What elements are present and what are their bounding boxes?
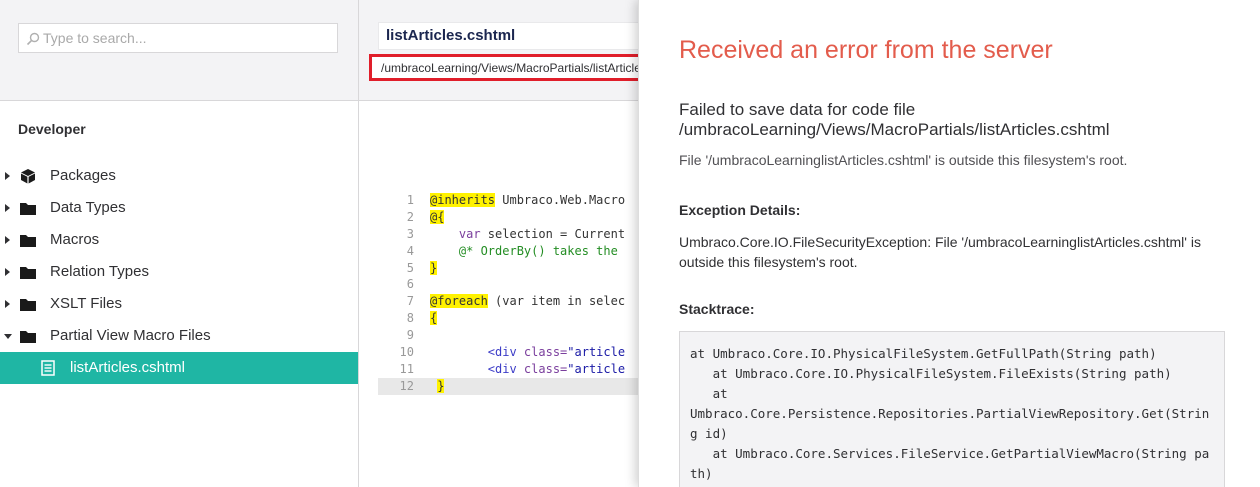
code-editor[interactable]: 1 @inherits Umbraco.Web.Macro 2 @{ 3 var s… [378, 192, 639, 395]
code-token: (var item in selec [487, 294, 626, 309]
tree-item-packages[interactable]: Packages [0, 160, 358, 192]
line-number: 4 [406, 243, 414, 258]
package-icon [21, 169, 35, 184]
code-line: 3 var selection = Current [378, 226, 639, 243]
tree-item-label: listArticles.cshtml [70, 359, 186, 376]
code-line: 2 @{ [378, 209, 639, 226]
line-number: 12 [399, 378, 414, 393]
section-title: Developer [18, 121, 86, 137]
code-token: } [437, 378, 445, 393]
code-token: { [430, 311, 438, 326]
tree-item-label: Partial View Macro Files [50, 327, 211, 344]
line-number: 2 [406, 209, 414, 224]
line-number: 1 [406, 193, 414, 207]
caret-right-icon[interactable] [5, 172, 10, 180]
tree-item-label: XSLT Files [50, 295, 122, 312]
stacktrace-box: at Umbraco.Core.IO.PhysicalFileSystem.Ge… [679, 331, 1225, 487]
tree-item-list-articles[interactable]: listArticles.cshtml [0, 352, 358, 384]
code-line-active: 12 } [378, 377, 639, 395]
code-token: @* OrderBy() takes the [430, 243, 618, 258]
error-message: Failed to save data for code file /umbra… [679, 100, 1110, 139]
code-token: <div [430, 361, 517, 376]
tree-item-label: Data Types [50, 199, 126, 216]
line-number: 6 [406, 277, 414, 292]
code-token: selection = Current [480, 226, 626, 241]
code-token: @{ [430, 209, 445, 224]
error-title: Received an error from the server [679, 36, 1053, 64]
line-number: 9 [406, 328, 414, 343]
document-icon [41, 360, 55, 376]
line-number: 5 [406, 260, 414, 275]
folder-icon [20, 331, 36, 343]
caret-right-icon[interactable] [5, 300, 10, 308]
file-name-field[interactable]: listArticles.cshtml [378, 22, 648, 50]
search-icon [26, 32, 40, 46]
code-line: 11 <div class="article [378, 361, 639, 378]
caret-right-icon[interactable] [5, 236, 10, 244]
code-token: } [430, 260, 438, 275]
code-line: 1 @inherits Umbraco.Web.Macro [378, 192, 639, 209]
code-token: @inherits [430, 193, 496, 207]
stacktrace-title: Stacktrace: [679, 301, 755, 317]
code-line: 6 [378, 276, 639, 293]
folder-icon [20, 299, 36, 311]
tree-item-data-types[interactable]: Data Types [0, 192, 358, 224]
code-token: "article [567, 345, 626, 360]
file-path-highlight: /umbracoLearning/Views/MacroPartials/lis… [369, 54, 649, 81]
code-token: var [430, 226, 481, 241]
tree-item-xslt-files[interactable]: XSLT Files [0, 288, 358, 320]
line-number: 8 [406, 311, 414, 326]
caret-right-icon[interactable] [5, 268, 10, 276]
caret-down-icon[interactable] [4, 334, 12, 339]
code-line: 7 @foreach (var item in selec [378, 293, 639, 310]
folder-icon [20, 235, 36, 247]
exception-title: Exception Details: [679, 202, 801, 218]
code-token: Umbraco.Web.Macro [495, 193, 626, 207]
code-line: 5} [378, 260, 639, 277]
tree-item-partial-view-macro-files[interactable]: Partial View Macro Files [0, 320, 358, 352]
tree-item-label: Packages [50, 167, 116, 184]
code-line: 4 @* OrderBy() takes the [378, 243, 639, 260]
tree-item-relation-types[interactable]: Relation Types [0, 256, 358, 288]
line-number: 7 [406, 294, 414, 309]
tree-item-label: Macros [50, 231, 100, 248]
search-input[interactable] [43, 28, 333, 48]
search-box[interactable] [18, 23, 338, 53]
code-token: @foreach [430, 294, 488, 309]
line-number: 10 [399, 345, 414, 360]
code-token: <div [430, 345, 517, 360]
tree-header [0, 0, 358, 101]
error-detail: File '/umbracoLearninglistArticles.cshtm… [679, 152, 1128, 168]
code-token: class= [516, 345, 568, 360]
code-line: 10 <div class="article [378, 344, 639, 361]
caret-right-icon[interactable] [5, 204, 10, 212]
line-number: 3 [406, 226, 414, 241]
error-overlay: Received an error from the server Failed… [638, 0, 1260, 487]
tree-item-macros[interactable]: Macros [0, 224, 358, 256]
tree: Packages Data Types Macros Relation Type… [0, 160, 358, 384]
exception-body: Umbraco.Core.IO.FileSecurityException: F… [679, 234, 1201, 270]
tree-item-label: Relation Types [50, 263, 149, 280]
editor-header [359, 0, 639, 101]
folder-icon [20, 267, 36, 279]
code-token: class= [516, 361, 568, 376]
code-line: 9 [378, 327, 639, 344]
folder-icon [20, 203, 36, 215]
tree-panel: Developer Packages Data Types Macros Rel… [0, 0, 359, 487]
code-line: 8{ [378, 310, 639, 327]
line-number: 11 [399, 361, 414, 376]
code-token: "article [567, 361, 626, 376]
